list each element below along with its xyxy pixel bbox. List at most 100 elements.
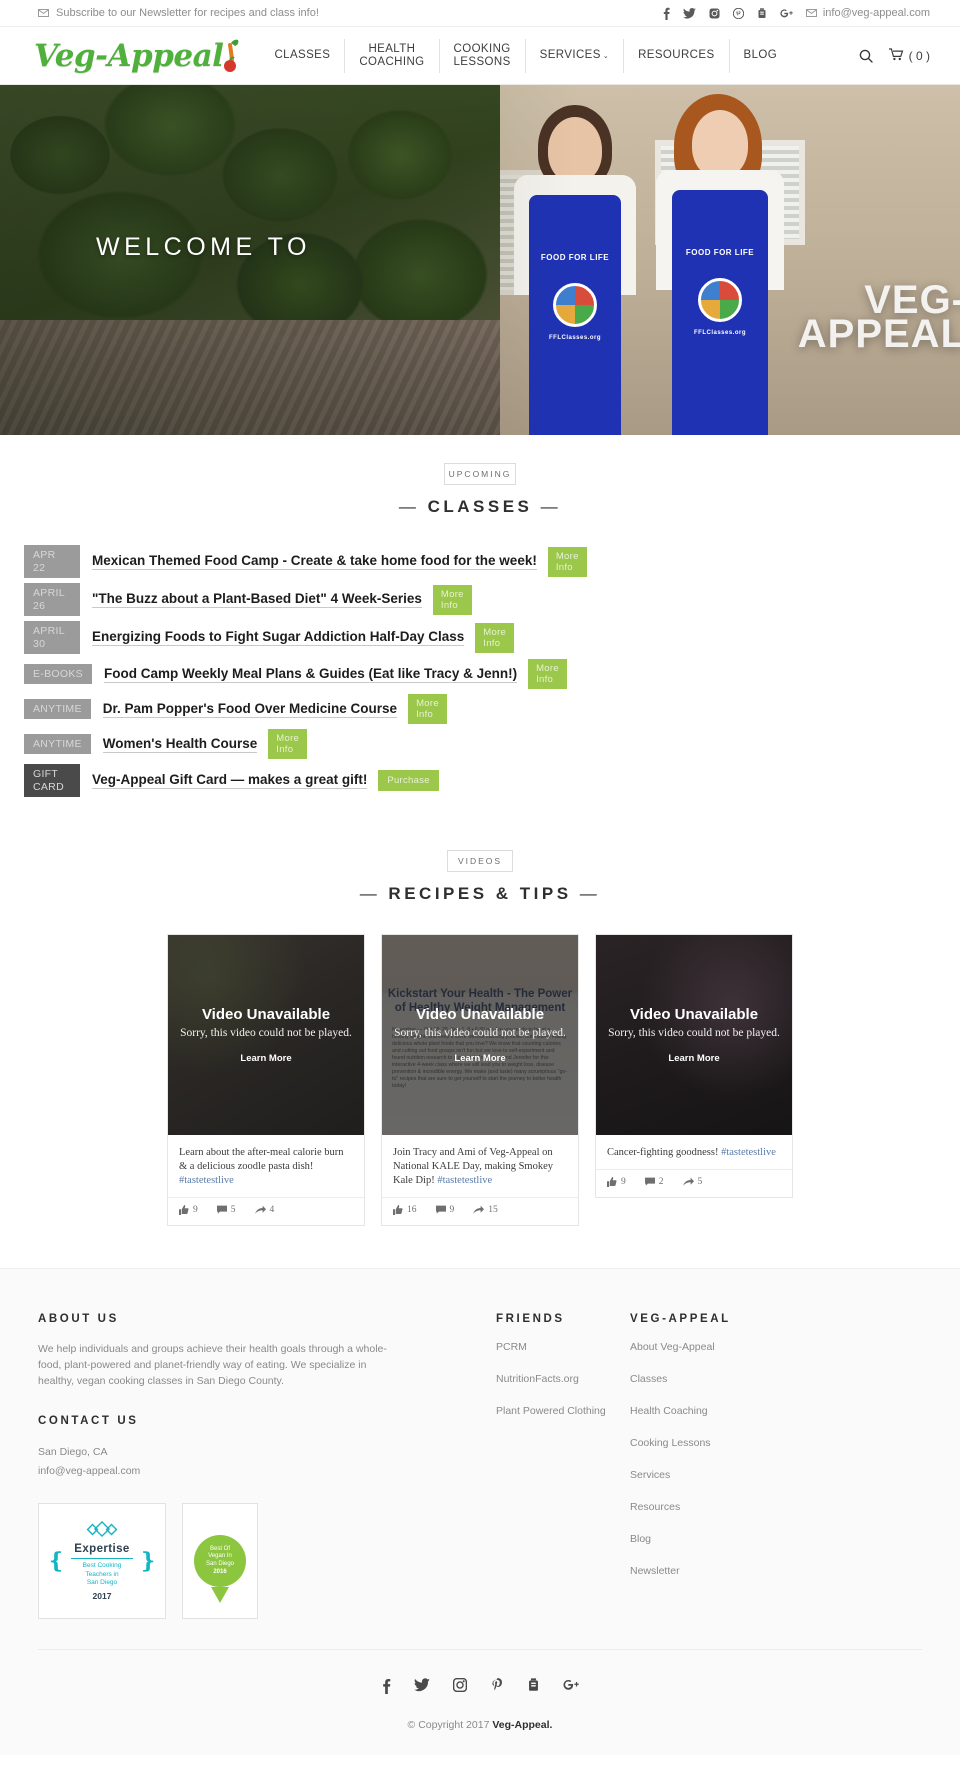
class-more-info-button[interactable]: More Info <box>432 584 472 615</box>
friends-link-plant-powered-clothing[interactable]: Plant Powered Clothing <box>496 1405 616 1417</box>
video-unavailable-title: Video Unavailable <box>415 1006 545 1023</box>
twitter-icon[interactable] <box>682 7 696 19</box>
video-thumbnail[interactable]: Video Unavailable Sorry, this video coul… <box>168 935 364 1135</box>
nav-item-classes[interactable]: CLASSES <box>260 39 344 73</box>
video-thumbnail[interactable]: Kickstart Your Health - The Power of Hea… <box>382 935 578 1135</box>
thumbs-up-icon <box>607 1177 617 1187</box>
brand-link-cooking-lessons[interactable]: Cooking Lessons <box>630 1437 780 1449</box>
contact-city: San Diego, CA <box>38 1446 108 1458</box>
logo[interactable]: Veg-Appeal <box>34 38 242 74</box>
class-date-badge: E-BOOKS <box>24 663 92 685</box>
share-stat[interactable]: 4 <box>254 1205 275 1215</box>
search-icon[interactable] <box>859 49 873 63</box>
video-unavailable-title: Video Unavailable <box>629 1006 759 1023</box>
like-count: 16 <box>407 1205 417 1215</box>
brand-link-resources[interactable]: Resources <box>630 1501 780 1513</box>
class-date-badge: APRIL 30 <box>24 621 80 654</box>
like-stat[interactable]: 9 <box>607 1177 626 1187</box>
video-unavailable-subtitle: Sorry, this video could not be played. <box>608 1027 780 1039</box>
instagram-icon[interactable] <box>709 8 720 19</box>
envelope-icon-2 <box>805 9 817 17</box>
class-more-info-button[interactable]: More Info <box>547 546 587 577</box>
class-title-link[interactable]: Veg-Appeal Gift Card — makes a great gif… <box>92 772 368 789</box>
twitter-icon[interactable] <box>413 1678 430 1697</box>
comment-stat[interactable]: 9 <box>435 1205 454 1215</box>
learn-more-link[interactable]: Learn More <box>454 1053 505 1064</box>
classes-list: APR 22 Mexican Themed Food Camp - Create… <box>0 545 960 797</box>
brand-link-blog[interactable]: Blog <box>630 1533 780 1545</box>
googleplus-icon[interactable] <box>780 8 793 19</box>
class-more-info-button[interactable]: More Info <box>268 729 308 759</box>
class-title-link[interactable]: Dr. Pam Popper's Food Over Medicine Cour… <box>102 701 398 718</box>
nav-item-health-coaching[interactable]: HEALTH COACHING <box>344 38 438 73</box>
ribbon-icon <box>211 1587 229 1603</box>
footer-brand-column: VEG-APPEAL About Veg-Appeal Classes Heal… <box>630 1313 780 1619</box>
class-title-link[interactable]: Food Camp Weekly Meal Plans & Guides (Ea… <box>103 666 518 683</box>
newsletter-link[interactable]: Subscribe to our Newsletter for recipes … <box>38 7 319 19</box>
nav-item-resources[interactable]: RESOURCES <box>623 38 728 73</box>
expertise-diamond-icon <box>86 1521 118 1538</box>
like-stat[interactable]: 9 <box>179 1205 198 1215</box>
videos-eyebrow: VIDEOS <box>447 850 513 872</box>
facebook-icon[interactable] <box>663 7 670 20</box>
class-title-link[interactable]: Mexican Themed Food Camp - Create & take… <box>92 553 537 570</box>
cart-button[interactable]: ( 0 ) <box>888 47 930 64</box>
video-hashtag[interactable]: #tastetestlive <box>437 1175 492 1186</box>
class-more-info-button[interactable]: More Info <box>528 659 567 689</box>
nav-item-services[interactable]: SERVICES ⌄ <box>524 38 623 73</box>
nav-item-cooking-lessons[interactable]: COOKING LESSONS <box>438 38 525 73</box>
googleplus-icon[interactable] <box>562 1678 579 1697</box>
brand-link-newsletter[interactable]: Newsletter <box>630 1565 780 1577</box>
video-thumbnail[interactable]: Video Unavailable Sorry, this video coul… <box>596 935 792 1135</box>
video-hashtag[interactable]: #tastetestlive <box>179 1175 234 1186</box>
about-text: We help individuals and groups achieve t… <box>38 1343 387 1387</box>
nav-item-blog[interactable]: BLOG <box>728 38 792 73</box>
video-caption-text: Cancer-fighting goodness! <box>607 1147 722 1158</box>
learn-more-link[interactable]: Learn More <box>668 1053 719 1064</box>
footer-friends-column: FRIENDS PCRM NutritionFacts.org Plant Po… <box>496 1313 616 1619</box>
contact-email[interactable]: info@veg-appeal.com <box>38 1462 398 1481</box>
class-title-link[interactable]: Energizing Foods to Fight Sugar Addictio… <box>92 629 465 646</box>
about-heading: ABOUT US <box>38 1313 119 1325</box>
comment-icon <box>435 1205 446 1214</box>
video-stats: 9 5 4 <box>168 1197 364 1225</box>
facebook-icon[interactable] <box>382 1678 391 1697</box>
brand-link-classes[interactable]: Classes <box>630 1373 780 1385</box>
class-row: ANYTIME Dr. Pam Popper's Food Over Medic… <box>0 694 960 724</box>
learn-more-link[interactable]: Learn More <box>240 1053 291 1064</box>
cart-count: ( 0 ) <box>908 48 930 63</box>
site-footer: ABOUT US We help individuals and groups … <box>0 1268 960 1619</box>
class-more-info-button[interactable]: More Info <box>408 694 447 724</box>
brand-link-services[interactable]: Services <box>630 1469 780 1481</box>
share-stat[interactable]: 5 <box>682 1177 702 1187</box>
like-stat[interactable]: 16 <box>393 1205 417 1215</box>
youtube-icon[interactable] <box>757 7 767 19</box>
email-link[interactable]: info@veg-appeal.com <box>805 7 930 19</box>
share-stat[interactable]: 15 <box>473 1205 498 1215</box>
main-navigation: CLASSES HEALTH COACHING COOKING LESSONS … <box>260 37 791 75</box>
brand-link-about[interactable]: About Veg-Appeal <box>630 1341 780 1353</box>
video-hashtag[interactable]: #tastetestlive <box>721 1147 776 1158</box>
friends-link-nutritionfacts[interactable]: NutritionFacts.org <box>496 1373 616 1385</box>
friends-link-pcrm[interactable]: PCRM <box>496 1341 616 1353</box>
brand-link-health-coaching[interactable]: Health Coaching <box>630 1405 780 1417</box>
videos-grid: Video Unavailable Sorry, this video coul… <box>0 934 960 1226</box>
video-unavailable-overlay: Video Unavailable Sorry, this video coul… <box>596 935 792 1135</box>
share-count: 4 <box>269 1205 275 1215</box>
comment-stat[interactable]: 5 <box>216 1205 236 1215</box>
class-purchase-button[interactable]: Purchase <box>378 770 439 791</box>
class-more-info-button[interactable]: More Info <box>475 622 515 653</box>
class-title-link[interactable]: Women's Health Course <box>102 736 258 753</box>
video-unavailable-overlay: Video Unavailable Sorry, this video coul… <box>168 935 364 1135</box>
comment-stat[interactable]: 2 <box>644 1177 664 1187</box>
class-row: ANYTIME Women's Health Course More Info <box>0 729 960 759</box>
pinterest-icon[interactable] <box>732 7 744 19</box>
videos-section: VIDEOS — RECIPES & TIPS — Video Unavaila… <box>0 802 960 1226</box>
thumbs-up-icon <box>179 1205 189 1215</box>
class-title-link[interactable]: "The Buzz about a Plant-Based Diet" 4 We… <box>92 591 422 608</box>
share-arrow-icon <box>473 1205 485 1214</box>
classes-title-text: CLASSES <box>427 497 533 516</box>
youtube-icon[interactable] <box>527 1678 540 1697</box>
instagram-icon[interactable] <box>452 1677 467 1697</box>
pinterest-icon[interactable] <box>490 1678 504 1697</box>
